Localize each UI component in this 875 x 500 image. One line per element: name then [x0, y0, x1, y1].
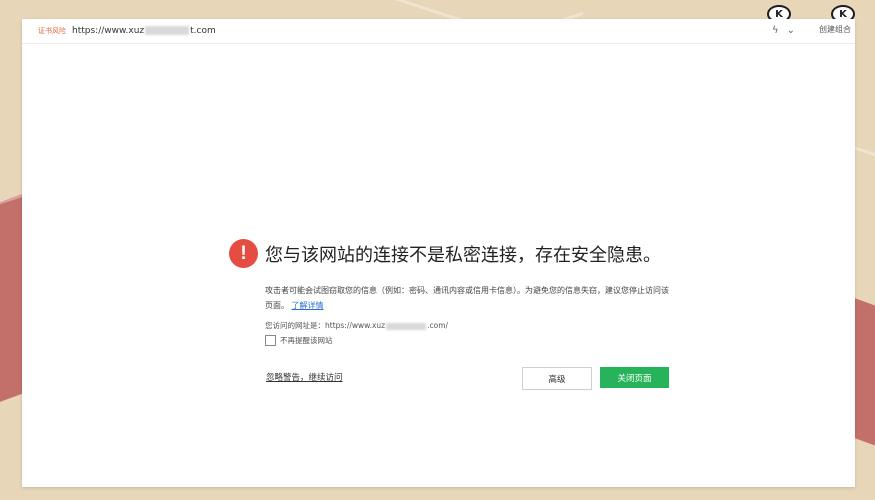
exclamation-icon: ! — [229, 239, 258, 268]
ignore-warning-link[interactable]: 忽略警告，继续访问 — [266, 371, 343, 383]
no-remind-row[interactable]: 不再提醒该网站 — [265, 335, 333, 346]
advanced-button[interactable]: 高级 — [522, 367, 592, 390]
warning-description: 攻击者可能会试图窃取您的信息（例如：密码、通讯内容或信用卡信息）。为避免您的信息… — [265, 286, 669, 310]
warning-page: ! 您与该网站的连接不是私密连接，存在安全隐患。 攻击者可能会试图窃取您的信息（… — [22, 19, 855, 487]
learn-more-link[interactable]: 了解详情 — [292, 301, 324, 310]
visited-url: 您访问的网址是：https://www.xuz .com/ — [265, 321, 449, 330]
browser-window: 证书风险 https://www.xuz t.com ϟ ⌄ ! 您与该网站的连接… — [22, 19, 855, 487]
close-page-button[interactable]: 关闭页面 — [600, 367, 669, 388]
no-remind-label: 不再提醒该网站 — [280, 336, 333, 345]
warning-title: 您与该网站的连接不是私密连接，存在安全隐患。 — [265, 245, 661, 266]
corner-label: 创建组合 — [817, 24, 853, 35]
no-remind-checkbox[interactable] — [265, 335, 276, 346]
url-blur — [386, 322, 427, 330]
